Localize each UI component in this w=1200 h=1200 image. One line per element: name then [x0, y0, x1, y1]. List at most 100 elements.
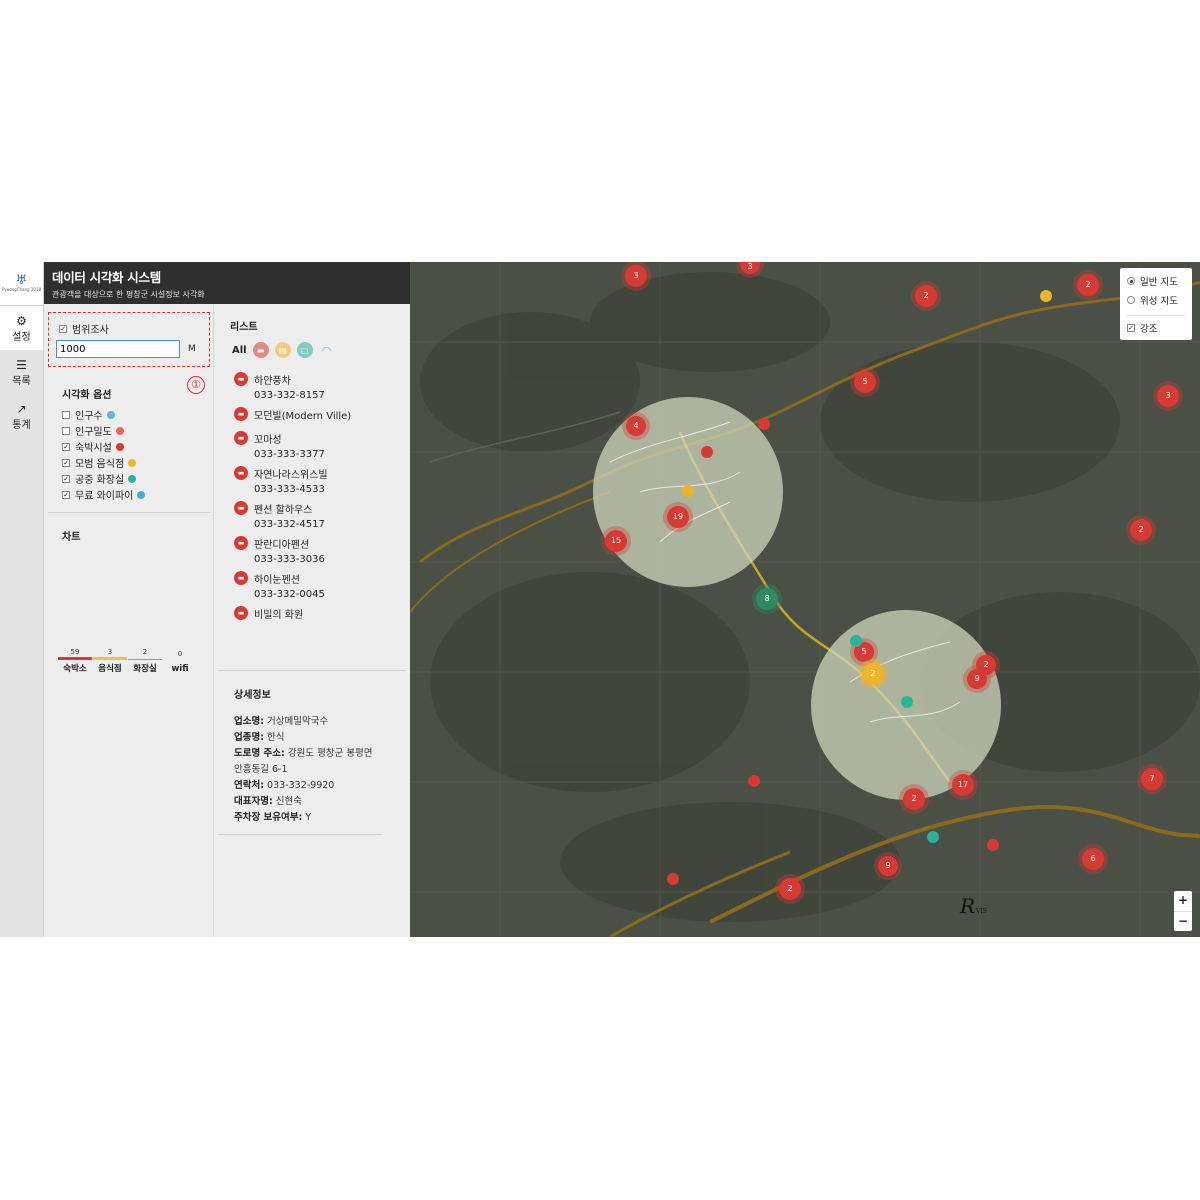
zoom-out-button[interactable]: − — [1174, 911, 1192, 931]
cluster-marker[interactable]: 2 — [779, 878, 801, 900]
cluster-marker[interactable]: 4 — [626, 416, 646, 436]
option-lodging[interactable]: ✓ 숙박시설 — [62, 439, 124, 454]
detail-key: 도로명 주소: — [234, 748, 285, 759]
cluster-marker[interactable]: 15 — [605, 530, 627, 552]
cluster-marker[interactable]: 7 — [1141, 768, 1163, 790]
list-filters: All ▬ ▤ ▢ ◠ — [232, 342, 335, 358]
restaurant-pin-icon[interactable] — [1040, 290, 1052, 302]
watermark-mark: R — [960, 894, 976, 918]
chart-icon: ↗ — [16, 401, 27, 416]
map-view[interactable]: 3 3 2 2 5 3 4 19 15 2 8 5 2 2 9 17 2 7 9… — [410, 262, 1200, 937]
zoom-in-button[interactable]: + — [1174, 891, 1192, 911]
layer-normal-radio[interactable] — [1127, 277, 1135, 285]
facility-list[interactable]: ▬ 하얀풍차 033-332-8157 ▬ 모던빌(Modern Ville) ▬… — [234, 372, 394, 662]
option-lodging-label: 숙박시설 — [75, 443, 112, 454]
detail-key: 연락처: — [234, 780, 265, 791]
cluster-marker[interactable]: 2 — [862, 663, 884, 685]
cluster-marker[interactable]: 9 — [967, 669, 987, 689]
lodging-icon: ▬ — [234, 431, 248, 445]
toilet-pin-icon[interactable] — [927, 831, 939, 843]
filter-restaurant-icon[interactable]: ▤ — [274, 342, 291, 358]
gear-icon: ⚙ — [16, 313, 27, 328]
nav-list[interactable]: ☰ 목록 — [0, 350, 43, 394]
restaurant-pin-icon[interactable] — [682, 485, 694, 497]
cluster-marker[interactable]: 19 — [667, 506, 689, 528]
wifi-icon — [137, 490, 146, 499]
logo-text: PyeongChang 2018 — [1, 287, 42, 292]
layer-normal-option[interactable]: 일반 지도 — [1127, 274, 1185, 288]
cluster-marker[interactable]: 6 — [1082, 848, 1104, 870]
list-item-phone: 033-332-8157 — [254, 390, 325, 401]
list-item[interactable]: ▬ 펜션 할하우스 033-332-4517 — [234, 501, 394, 530]
filter-all-button[interactable]: All — [232, 345, 247, 356]
filter-wifi-icon[interactable]: ◠ — [319, 342, 335, 358]
option-toilet[interactable]: ✓ 공중 화장실 — [62, 471, 137, 486]
nav-settings-label: 설정 — [12, 331, 31, 343]
toilet-pin-icon[interactable] — [901, 696, 913, 708]
option-density[interactable]: 인구밀도 — [62, 423, 124, 438]
option-restaurant-checkbox[interactable]: ✓ — [62, 458, 70, 467]
cluster-marker[interactable]: 5 — [854, 371, 876, 393]
option-lodging-checkbox[interactable]: ✓ — [62, 442, 70, 451]
chart-title: 차트 — [62, 532, 81, 543]
population-icon — [106, 410, 115, 419]
list-item[interactable]: ▬ 하이눈펜션 033-332-0045 — [234, 571, 394, 600]
range-survey-checkbox[interactable]: ✓ — [59, 324, 67, 333]
option-density-checkbox[interactable] — [62, 426, 70, 435]
lodging-pin-icon[interactable] — [667, 873, 679, 885]
option-restaurant[interactable]: ✓ 모범 음식점 — [62, 455, 137, 470]
option-wifi-checkbox[interactable]: ✓ — [62, 490, 70, 499]
option-population[interactable]: 인구수 — [62, 407, 115, 422]
list-item[interactable]: ▬ 모던빌(Modern Ville) — [234, 407, 394, 425]
option-toilet-checkbox[interactable]: ✓ — [62, 474, 70, 483]
lodging-pin-icon[interactable] — [701, 446, 713, 458]
cluster-marker[interactable]: 3 — [625, 265, 647, 287]
layer-highlight-option[interactable]: ✓ 강조 — [1127, 315, 1185, 335]
zoom-control: + − — [1174, 891, 1192, 931]
cluster-marker[interactable]: 17 — [952, 774, 974, 796]
app-title: 데이터 시각화 시스템 — [52, 270, 161, 285]
range-survey-checkbox-row[interactable]: ✓ 범위조사 — [59, 321, 109, 336]
chart-label-lodging: 숙박소 — [63, 664, 87, 674]
lodging-pin-icon[interactable] — [987, 839, 999, 851]
list-title: 리스트 — [230, 322, 258, 333]
list-item[interactable]: ▬ 판란디아펜션 033-333-3036 — [234, 536, 394, 565]
layer-satellite-radio[interactable] — [1127, 296, 1135, 304]
layer-highlight-checkbox[interactable]: ✓ — [1127, 324, 1135, 332]
chart-value-wifi: 0 — [177, 650, 183, 658]
list-item[interactable]: ▬ 자연나라스위스빌 033-333-4533 — [234, 466, 394, 495]
lodging-pin-icon[interactable] — [748, 775, 760, 787]
layer-satellite-option[interactable]: 위성 지도 — [1127, 293, 1185, 307]
chart-value-lodging: 59 — [70, 648, 80, 656]
range-survey-label: 범위조사 — [72, 325, 109, 336]
cluster-marker[interactable]: 2 — [915, 285, 937, 307]
cluster-marker[interactable]: 9 — [878, 856, 898, 876]
lodging-icon: ▬ — [234, 372, 248, 386]
nav-settings[interactable]: ⚙ 설정 — [0, 306, 43, 350]
range-input[interactable] — [56, 340, 180, 358]
option-wifi-label: 무료 와이파이 — [75, 491, 134, 502]
lodging-pin-icon[interactable] — [758, 418, 770, 430]
lodging-icon: ▬ — [234, 606, 248, 620]
list-item-name: 꼬마성 — [254, 435, 282, 446]
settings-panel: ✓ 범위조사 M ① 시각화 옵션 인구수 인구밀도 ✓ 숙박시설 ✓ 모범 음… — [44, 304, 214, 937]
layer-highlight-label: 강조 — [1140, 324, 1158, 335]
filter-lodging-icon[interactable]: ▬ — [252, 342, 269, 358]
cluster-marker[interactable]: 3 — [1157, 385, 1179, 407]
option-wifi[interactable]: ✓ 무료 와이파이 — [62, 487, 146, 502]
list-item[interactable]: ▬ 비밀의 화원 — [234, 606, 394, 624]
cluster-marker[interactable]: 8 — [756, 588, 778, 610]
filter-toilet-icon[interactable]: ▢ — [296, 342, 313, 358]
toilet-pin-icon[interactable] — [850, 635, 862, 647]
annotation-marker: ① — [187, 376, 205, 394]
nav-stats[interactable]: ↗ 통계 — [0, 394, 43, 438]
detail-info: 업소명: 거상메밀막국수 업종명: 한식 도로명 주소: 강원도 평창군 봉평면… — [234, 714, 384, 826]
list-item[interactable]: ▬ 하얀풍차 033-332-8157 — [234, 372, 394, 401]
chart-label-restaurant: 음식점 — [98, 664, 122, 674]
cluster-marker[interactable]: 2 — [903, 788, 925, 810]
cluster-marker[interactable]: 2 — [1077, 274, 1099, 296]
list-item[interactable]: ▬ 꼬마성 033-333-3377 — [234, 431, 394, 460]
cluster-marker[interactable]: 2 — [1130, 519, 1152, 541]
option-population-checkbox[interactable] — [62, 410, 70, 419]
list-item-phone: 033-333-4533 — [254, 484, 325, 495]
